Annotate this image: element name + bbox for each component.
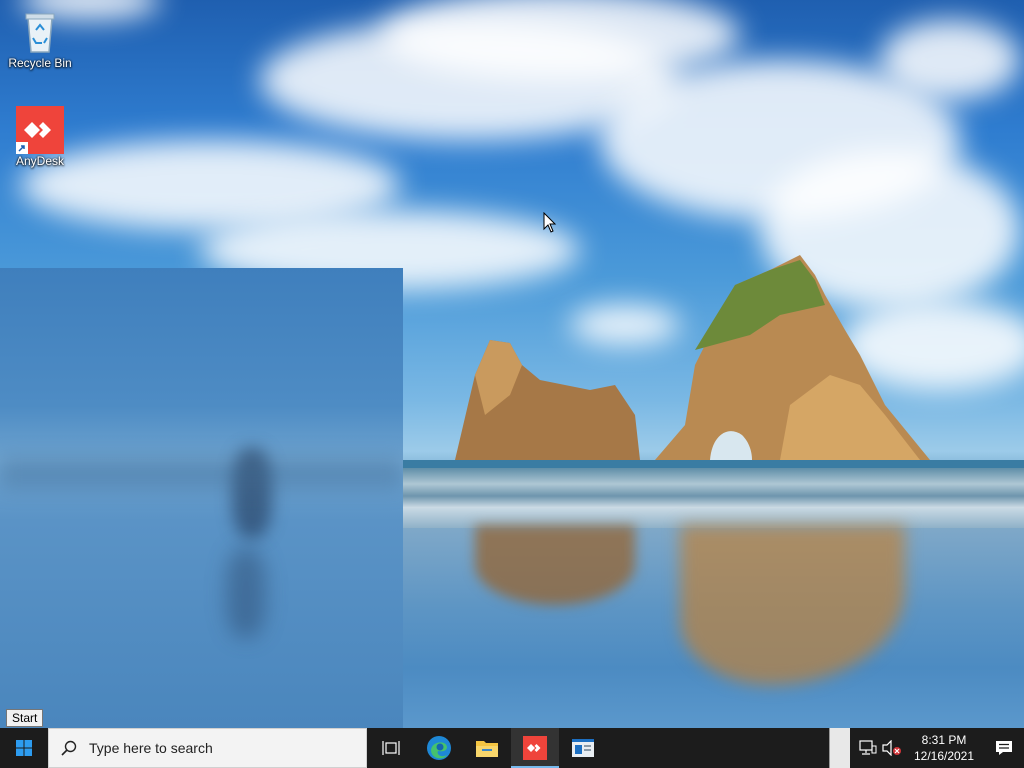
folder-icon <box>476 741 498 757</box>
network-button[interactable] <box>856 728 880 768</box>
desktop-icon-label: Recycle Bin <box>8 56 72 70</box>
taskbar-clock[interactable]: 8:31 PM 12/16/2021 <box>904 732 984 764</box>
volume-muted-icon <box>882 740 901 756</box>
taskbar: Type here to search 8:31 PM 12/16/2021 <box>0 728 1024 768</box>
desktop-icon-label: AnyDesk <box>15 154 65 168</box>
desktop-icon-recycle-bin[interactable]: Recycle Bin <box>0 8 80 70</box>
system-tray: 8:31 PM 12/16/2021 <box>829 728 1024 768</box>
app-window-taskbar-button[interactable] <box>559 728 607 768</box>
anydesk-icon <box>523 736 547 760</box>
windows-logo-icon <box>16 740 32 756</box>
taskbar-search-box[interactable]: Type here to search <box>48 728 367 768</box>
recycle-bin-icon <box>16 8 64 56</box>
clock-time: 8:31 PM <box>921 733 967 747</box>
task-view-button[interactable] <box>367 728 415 768</box>
clock-date: 12/16/2021 <box>913 749 975 763</box>
action-center-button[interactable] <box>984 728 1024 768</box>
network-icon <box>859 740 877 755</box>
search-icon <box>61 740 77 756</box>
task-view-icon <box>382 741 400 755</box>
anydesk-icon <box>16 106 64 154</box>
shortcut-arrow-icon <box>16 142 28 154</box>
anydesk-taskbar-button[interactable] <box>511 728 559 768</box>
volume-button[interactable] <box>880 728 904 768</box>
action-center-icon <box>996 741 1012 755</box>
start-button[interactable] <box>0 728 48 768</box>
mouse-cursor-icon <box>543 212 557 233</box>
search-placeholder: Type here to search <box>89 740 213 756</box>
file-explorer-button[interactable] <box>463 728 511 768</box>
edge-button[interactable] <box>415 728 463 768</box>
desktop-icon-anydesk[interactable]: AnyDesk <box>0 106 80 168</box>
start-menu-panel <box>0 268 403 728</box>
edge-icon <box>427 736 451 760</box>
start-tooltip: Start <box>6 709 44 727</box>
show-hidden-icons-button[interactable] <box>829 728 850 768</box>
window-app-icon <box>572 739 594 757</box>
